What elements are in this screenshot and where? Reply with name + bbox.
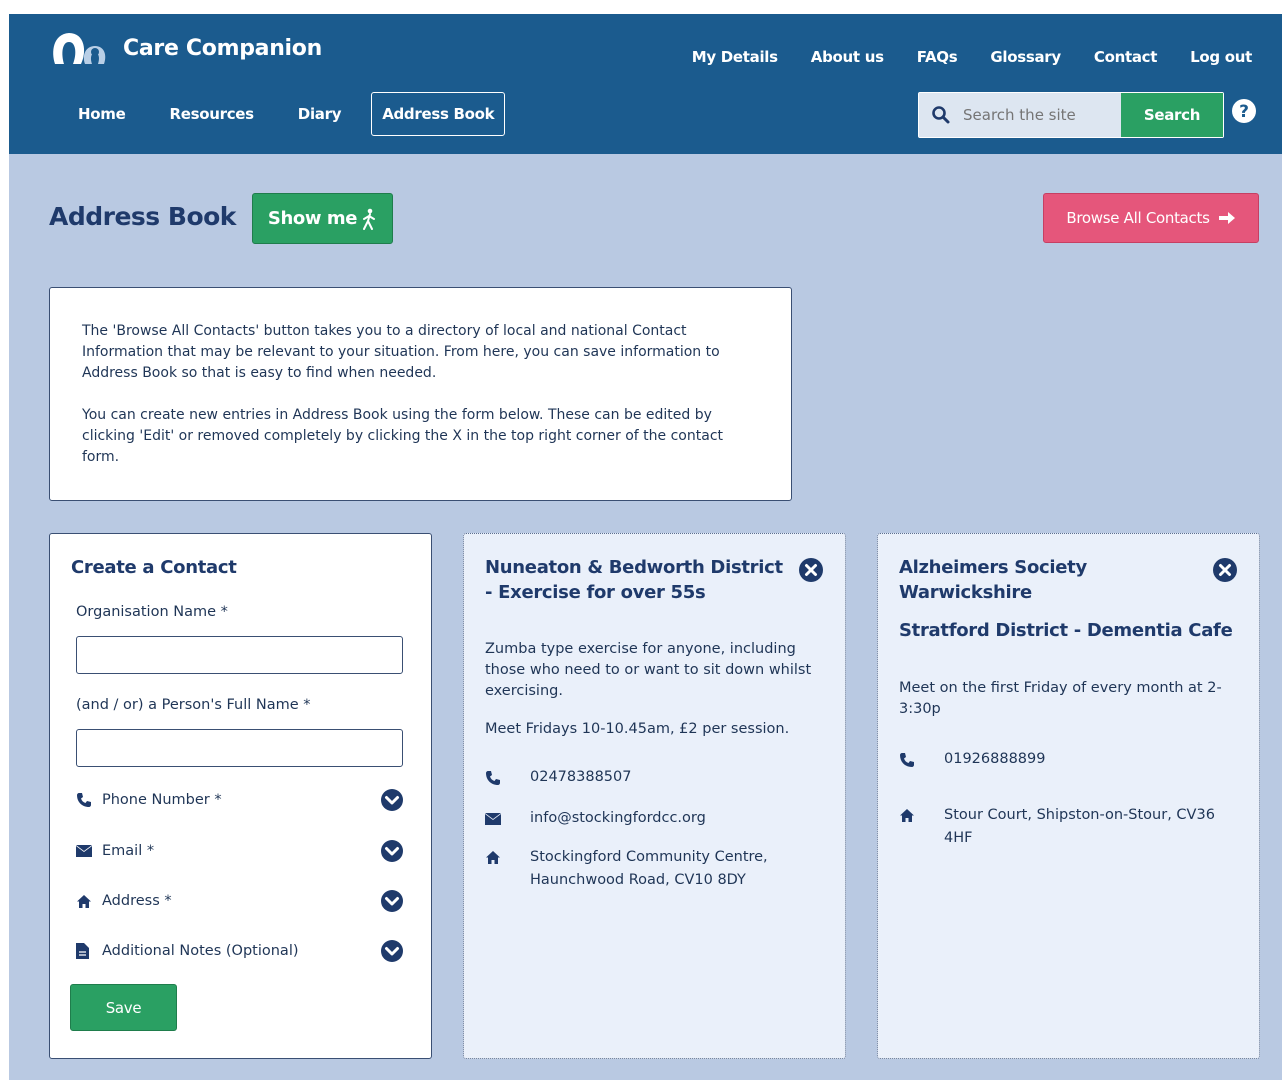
home-icon	[76, 894, 96, 909]
brand-logo[interactable]: Care Companion	[49, 30, 322, 66]
contact-title: Alzheimers Society Warwickshire	[899, 557, 1087, 603]
help-icon[interactable]: ?	[1231, 98, 1257, 124]
phone-icon	[899, 748, 944, 771]
info-paragraph-1: The 'Browse All Contacts' button takes y…	[82, 323, 720, 381]
person-name-input[interactable]	[76, 729, 403, 767]
contact-email[interactable]: info@stockingfordcc.org	[530, 807, 706, 830]
home-icon	[485, 846, 530, 869]
contact-phone-row: 02478388507	[485, 766, 631, 789]
chevron-down-icon[interactable]	[380, 939, 404, 963]
main-nav-address-book[interactable]: Address Book	[371, 92, 506, 136]
contact-phone-row: 01926888899	[899, 748, 1045, 771]
chevron-down-icon[interactable]	[380, 889, 404, 913]
contact-email-row: info@stockingfordcc.org	[485, 807, 706, 830]
form-title: Create a Contact	[71, 557, 237, 578]
svg-text:?: ?	[1239, 102, 1249, 122]
top-nav-glossary[interactable]: Glossary	[990, 48, 1061, 66]
close-icon[interactable]	[1212, 557, 1238, 583]
show-me-button[interactable]: Show me	[252, 193, 393, 244]
create-contact-form: Create a Contact Organisation Name * (an…	[49, 533, 432, 1059]
address-toggle[interactable]: Address *	[76, 888, 404, 914]
top-nav-about-us[interactable]: About us	[811, 48, 884, 66]
envelope-icon	[485, 807, 530, 830]
contact-description: Zumba type exercise for anyone, includin…	[485, 641, 812, 699]
additional-notes-label: Additional Notes (Optional)	[102, 943, 299, 959]
walking-person-icon	[363, 208, 376, 230]
browse-all-contacts-label: Browse All Contacts	[1066, 209, 1210, 227]
email-toggle[interactable]: Email *	[76, 838, 404, 864]
top-nav: My Details About us FAQs Glossary Contac…	[692, 48, 1253, 66]
save-button[interactable]: Save	[70, 984, 177, 1031]
search-icon	[919, 105, 963, 125]
search-field-wrapper	[919, 93, 1121, 137]
top-nav-contact[interactable]: Contact	[1094, 48, 1158, 66]
site-search: Search	[918, 92, 1224, 138]
envelope-icon	[76, 845, 96, 857]
phone-number-toggle[interactable]: Phone Number *	[76, 787, 404, 813]
show-me-label: Show me	[267, 208, 358, 229]
search-input[interactable]	[963, 106, 1113, 124]
contact-subtitle: Stratford District - Dementia Cafe	[899, 620, 1233, 641]
contact-phone[interactable]: 02478388507	[530, 766, 631, 789]
info-paragraph-2: You can create new entries in Address Bo…	[82, 407, 723, 465]
contact-address-row: Stour Court, Shipston-on-Stour, CV36 4HF	[899, 804, 1219, 850]
person-name-label: (and / or) a Person's Full Name *	[76, 697, 311, 713]
top-nav-my-details[interactable]: My Details	[692, 48, 778, 66]
site-header: Care Companion My Details About us FAQs …	[9, 14, 1282, 154]
contact-phone[interactable]: 01926888899	[944, 748, 1045, 771]
contact-card: Nuneaton & Bedworth District - Exercise …	[463, 533, 846, 1059]
chevron-down-icon[interactable]	[380, 788, 404, 812]
top-nav-faqs[interactable]: FAQs	[917, 48, 958, 66]
main-nav: Home Resources Diary Address Book	[56, 92, 506, 136]
logo-icon	[53, 33, 106, 64]
search-button[interactable]: Search	[1121, 93, 1223, 137]
page: Care Companion My Details About us FAQs …	[9, 14, 1282, 1080]
phone-number-label: Phone Number *	[102, 792, 222, 808]
contact-schedule: Meet Fridays 10-10.45am, £2 per session.	[485, 721, 790, 737]
chevron-down-icon[interactable]	[380, 839, 404, 863]
main-nav-home[interactable]: Home	[56, 92, 147, 136]
close-icon[interactable]	[798, 557, 824, 583]
home-icon	[899, 804, 944, 827]
main-nav-diary[interactable]: Diary	[276, 92, 363, 136]
address-label: Address *	[102, 893, 172, 909]
brand-name: Care Companion	[123, 35, 322, 61]
contact-address: Stour Court, Shipston-on-Stour, CV36 4HF	[944, 807, 1215, 846]
contact-description: Meet on the first Friday of every month …	[899, 680, 1222, 717]
contact-title: Nuneaton & Bedworth District - Exercise …	[485, 557, 783, 603]
info-panel: The 'Browse All Contacts' button takes y…	[49, 287, 792, 501]
arrow-right-icon	[1218, 212, 1235, 224]
organisation-name-input[interactable]	[76, 636, 403, 674]
top-nav-log-out[interactable]: Log out	[1190, 48, 1252, 66]
phone-icon	[485, 766, 530, 789]
contact-address: Stockingford Community Centre, Haunchwoo…	[530, 849, 768, 888]
contact-card: Alzheimers Society Warwickshire Stratfor…	[877, 533, 1260, 1059]
browse-all-contacts-button[interactable]: Browse All Contacts	[1043, 193, 1259, 243]
phone-icon	[76, 792, 96, 808]
additional-notes-toggle[interactable]: Additional Notes (Optional)	[76, 938, 404, 964]
email-label: Email *	[102, 843, 155, 859]
page-title: Address Book	[49, 202, 236, 231]
document-icon	[76, 943, 96, 959]
organisation-name-label: Organisation Name *	[76, 604, 228, 620]
contact-address-row: Stockingford Community Centre, Haunchwoo…	[485, 846, 805, 892]
main-nav-resources[interactable]: Resources	[147, 92, 275, 136]
